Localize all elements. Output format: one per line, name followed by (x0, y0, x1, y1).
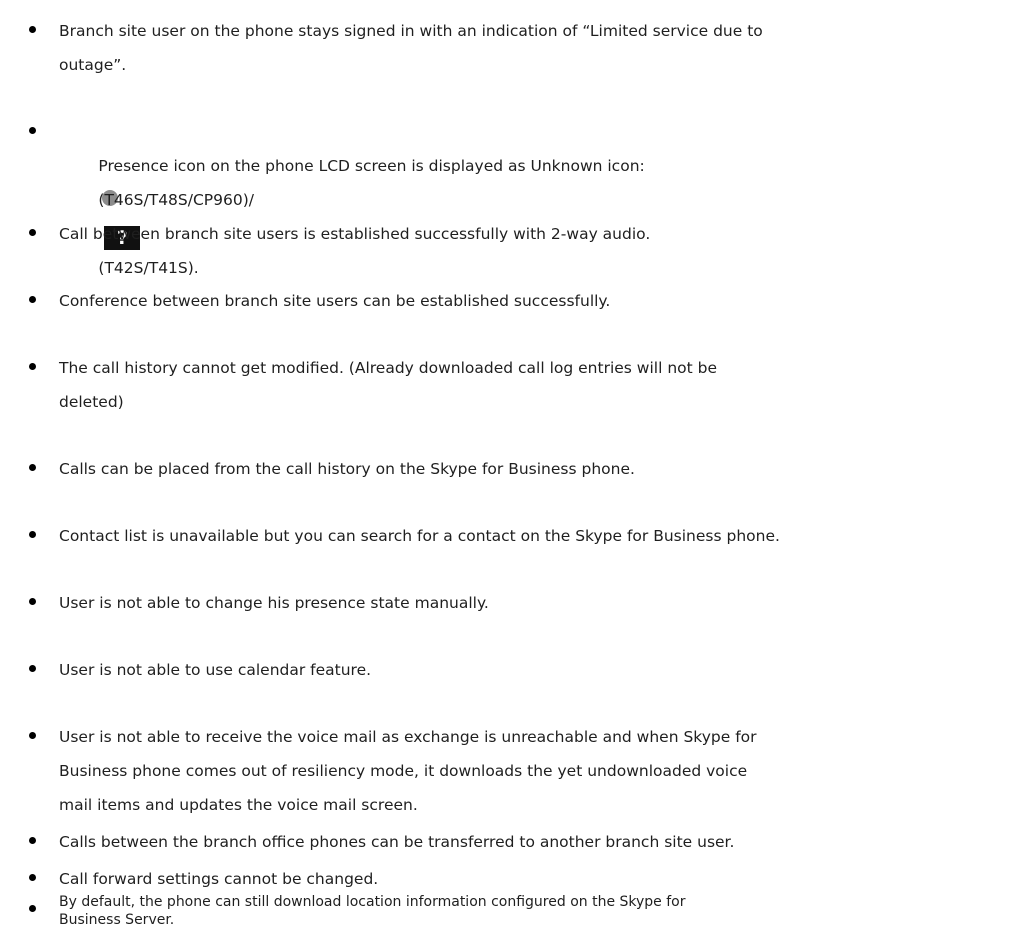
list-item-line: Calls between the branch office phones c… (59, 833, 735, 851)
bullet-dot (29, 296, 36, 303)
list-item-line: deleted) (59, 393, 124, 411)
list-item-line: Contact list is unavailable but you can … (59, 527, 780, 545)
list-item-line: User is not able to receive the voice ma… (59, 728, 757, 746)
list-item-line: Business phone comes out of resiliency m… (59, 762, 748, 780)
bullet-dot (29, 732, 36, 739)
list-item-line: User is not able to use calendar feature… (59, 661, 372, 679)
bullet-dot (29, 363, 36, 370)
bullet-dot (29, 837, 36, 844)
list-item-line: Call between branch site users is establ… (59, 225, 651, 243)
bullet-dot (29, 874, 36, 881)
bullet-dot (29, 464, 36, 471)
list-item-line: Calls can be placed from the call histor… (59, 460, 635, 478)
list-item-line: Branch site user on the phone stays sign… (59, 22, 763, 40)
list-item-line: outage”. (59, 56, 127, 74)
document-page: Branch site user on the phone stays sign… (0, 0, 1030, 929)
bullet-dot (29, 665, 36, 672)
list-item-line: The call history cannot get modified. (A… (59, 359, 718, 377)
model-list-b: (T42S/T41S). (98, 259, 199, 277)
list-item-line: mail items and updates the voice mail sc… (59, 796, 418, 814)
list-item-line: User is not able to change his presence … (59, 594, 489, 612)
bullet-dot (29, 598, 36, 605)
list-item-line: Business Server. (59, 912, 175, 928)
bullet-dot (29, 127, 36, 134)
bullet-dot (29, 531, 36, 538)
list-item-line: By default, the phone can still download… (59, 894, 686, 910)
bullet-dot (29, 905, 36, 912)
bullet-dot (29, 26, 36, 33)
list-item-line: Conference between branch site users can… (59, 292, 611, 310)
list-item-line: Call forward settings cannot be changed. (59, 870, 379, 888)
model-list-a: (T46S/T48S/CP960)/ (98, 191, 254, 209)
bullet-dot (29, 229, 36, 236)
